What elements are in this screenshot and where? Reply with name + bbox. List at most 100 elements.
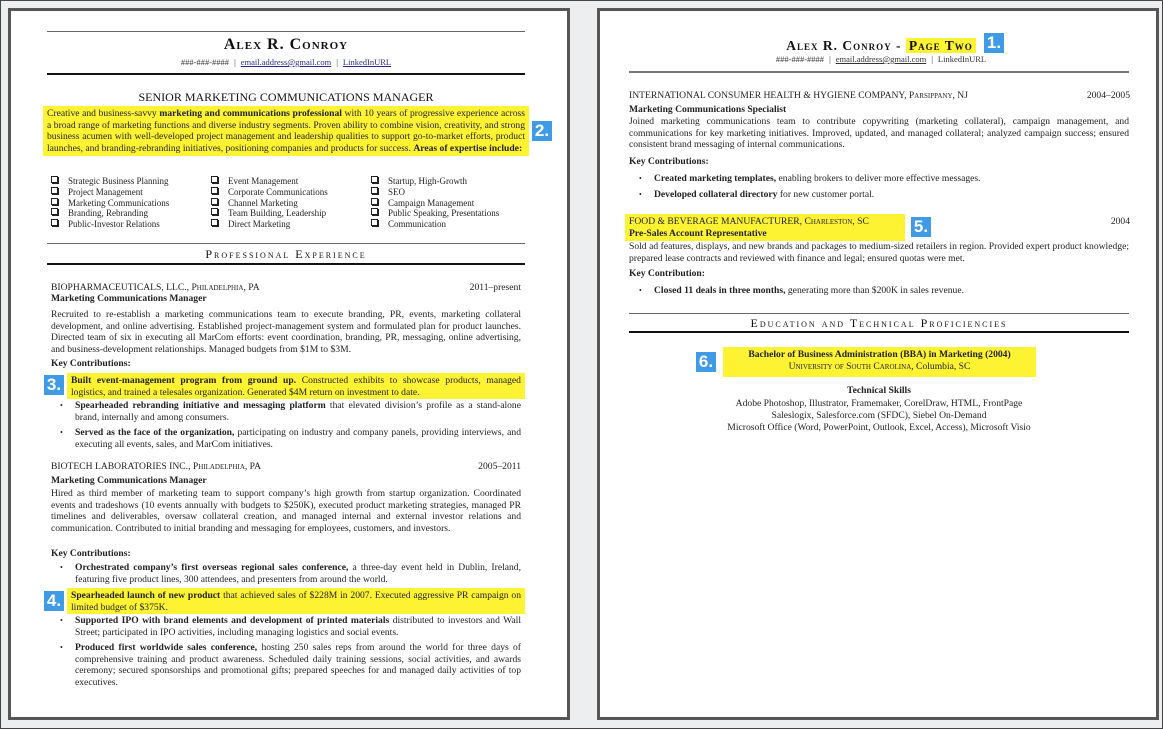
checkbox-bullet-icon <box>371 219 378 227</box>
resume-headline: SENIOR MARKETING COMMUNICATIONS MANAGER <box>138 90 434 104</box>
expertise-item: Public Speaking, Presentations <box>371 208 531 219</box>
job-company: INTERNATIONAL CONSUMER HEALTH & HYGIENE … <box>629 90 968 101</box>
summary-paragraph: Creative and business-savvy marketing an… <box>43 106 529 157</box>
expertise-item: Event Management <box>211 176 371 187</box>
contact-line: ###-###-#### | email.address@gmail.com | Lin… <box>775 54 987 64</box>
contact-line: ###-###-#### | email.address@gmail.com | Lin… <box>180 57 392 67</box>
annotation-badge-1: 1. <box>984 33 1004 53</box>
expertise-list: Strategic Business Planning Project Mana… <box>51 176 531 230</box>
annotation-badge-4: 4. <box>44 591 64 611</box>
expertise-item: Branding, Rebranding <box>51 208 211 219</box>
checkbox-bullet-icon <box>51 197 58 205</box>
expertise-column: Event Management Corporate Communication… <box>211 176 371 230</box>
skills-line: Adobe Photoshop, Illustrator, Framemaker… <box>735 398 1023 409</box>
annotation-badge-5: 5. <box>911 217 931 237</box>
skills-title: Technical Skills <box>847 385 911 396</box>
linkedin-link[interactable]: LinkedInURL <box>343 57 391 67</box>
job-company: BIOPHARMACEUTICALS, LLC., Philadelphia, … <box>51 282 260 293</box>
job-description: Hired as third member of marketing team … <box>51 488 521 534</box>
checkbox-bullet-icon <box>211 186 218 194</box>
phone-number: ###-###-#### <box>775 54 825 64</box>
header-rule <box>629 71 1129 73</box>
section-title-education: Education and Technical Proficiencies <box>750 316 1008 330</box>
contribution-bullet: Supported IPO with brand elements and de… <box>60 615 521 638</box>
job-title: Pre-Sales Account Representative <box>629 228 767 239</box>
contribution-bullet: Developed collateral directory for new c… <box>639 189 1124 201</box>
contribution-bullet: Created marketing templates, enabling br… <box>639 173 1124 185</box>
job-description: Joined marketing communications team to … <box>629 116 1129 151</box>
expertise-item: SEO <box>371 186 531 198</box>
annotation-badge-6: 6. <box>696 352 716 372</box>
expertise-item: Campaign Management <box>371 197 531 209</box>
checkbox-bullet-icon <box>211 176 218 183</box>
checkbox-bullet-icon <box>211 197 218 205</box>
section-rule-top <box>47 243 525 244</box>
checkbox-bullet-icon <box>51 176 58 183</box>
checkbox-bullet-icon <box>371 197 378 205</box>
expertise-column: Startup, High-Growth SEO Campaign Manage… <box>371 176 531 230</box>
contribution-bullet: Closed 11 deals in three months, generat… <box>639 285 1124 297</box>
expertise-item: Direct Marketing <box>211 219 371 230</box>
job-dates: 2004 <box>1110 216 1130 227</box>
job-title: Marketing Communications Specialist <box>629 104 787 115</box>
contribution-bullet: Served as the face of the organization, … <box>60 427 521 450</box>
expertise-item: Communication <box>371 219 531 230</box>
contribution-bullet: Built event-management program from grou… <box>67 373 525 400</box>
phone-number: ###-###-#### <box>180 57 230 67</box>
resume-page-one: Alex R. Conroy ###-###-#### | email.addres… <box>8 8 570 720</box>
checkbox-bullet-icon <box>371 176 378 183</box>
contribution-bullet: Produced first worldwide sales conferenc… <box>60 642 521 688</box>
checkbox-bullet-icon <box>211 219 218 227</box>
checkbox-bullet-icon <box>51 186 58 194</box>
section-title-experience: Professional Experience <box>205 247 367 261</box>
expertise-item: Startup, High-Growth <box>371 176 531 187</box>
expertise-item: Project Management <box>51 186 211 198</box>
candidate-name: Alex R. Conroy - <box>786 38 906 53</box>
header-bottom-rule <box>47 73 525 75</box>
job-title: Marketing Communications Manager <box>51 293 207 304</box>
annotation-badge-3: 3. <box>44 375 64 395</box>
linkedin-link[interactable]: LinkedInURL <box>938 54 986 64</box>
degree: Bachelor of Business Administration (BBA… <box>748 349 1011 360</box>
key-contributions-label: Key Contributions: <box>629 156 709 167</box>
contribution-bullet: Spearheaded launch of new product that a… <box>67 588 525 615</box>
skills-line: Saleslogix, Salesforce.com (SFDC), Siebe… <box>771 410 987 421</box>
header-top-rule <box>47 31 525 32</box>
annotation-badge-2: 2. <box>532 121 552 141</box>
expertise-item: Channel Marketing <box>211 197 371 209</box>
job-dates: 2004–2005 <box>1086 90 1130 101</box>
candidate-name: Alex R. Conroy <box>223 36 349 53</box>
checkbox-bullet-icon <box>371 186 378 194</box>
key-contributions-label: Key Contribution: <box>629 268 705 279</box>
job-dates: 2005–2011 <box>478 461 521 472</box>
checkbox-bullet-icon <box>211 208 218 216</box>
expertise-item: Marketing Communications <box>51 197 211 209</box>
expertise-column: Strategic Business Planning Project Mana… <box>51 176 211 230</box>
job-company: BIOTECH LABORATORIES INC., Philadelphia,… <box>51 461 262 472</box>
resume-page-two: Alex R. Conroy - Page Two 1. ###-###-###… <box>597 8 1159 720</box>
job-dates: 2011–present <box>469 282 521 293</box>
expertise-item: Corporate Communications <box>211 186 371 198</box>
key-contributions-label: Key Contributions: <box>51 358 131 369</box>
contribution-bullet: Spearheaded rebranding initiative and me… <box>60 400 521 423</box>
expertise-item: Strategic Business Planning <box>51 176 211 187</box>
expertise-item: Team Building, Leadership <box>211 208 371 219</box>
checkbox-bullet-icon <box>51 219 58 227</box>
key-contributions-label: Key Contributions: <box>51 548 131 559</box>
page-two-header: Alex R. Conroy - Page Two <box>600 38 1162 54</box>
skills-line: Microsoft Office (Word, PowerPoint, Outl… <box>727 422 1031 433</box>
contribution-bullet: Orchestrated company’s first overseas re… <box>60 562 521 585</box>
email-link[interactable]: email.address@gmail.com <box>836 54 926 64</box>
job-description: Recruited to re-establish a marketing co… <box>51 309 521 355</box>
email-link[interactable]: email.address@gmail.com <box>241 57 331 67</box>
section-rule-bottom <box>629 331 1129 333</box>
job-company: FOOD & BEVERAGE MANUFACTURER, Charleston… <box>629 216 869 227</box>
section-rule-bottom <box>47 263 525 265</box>
section-rule-top <box>629 313 1129 314</box>
checkbox-bullet-icon <box>371 208 378 216</box>
school: University of South Carolina, Columbia, … <box>788 361 971 372</box>
page-label: Page Two <box>905 38 976 53</box>
job-description: Sold ad features, displays, and new bran… <box>629 241 1129 264</box>
expertise-item: Public-Investor Relations <box>51 219 211 230</box>
checkbox-bullet-icon <box>51 208 58 216</box>
